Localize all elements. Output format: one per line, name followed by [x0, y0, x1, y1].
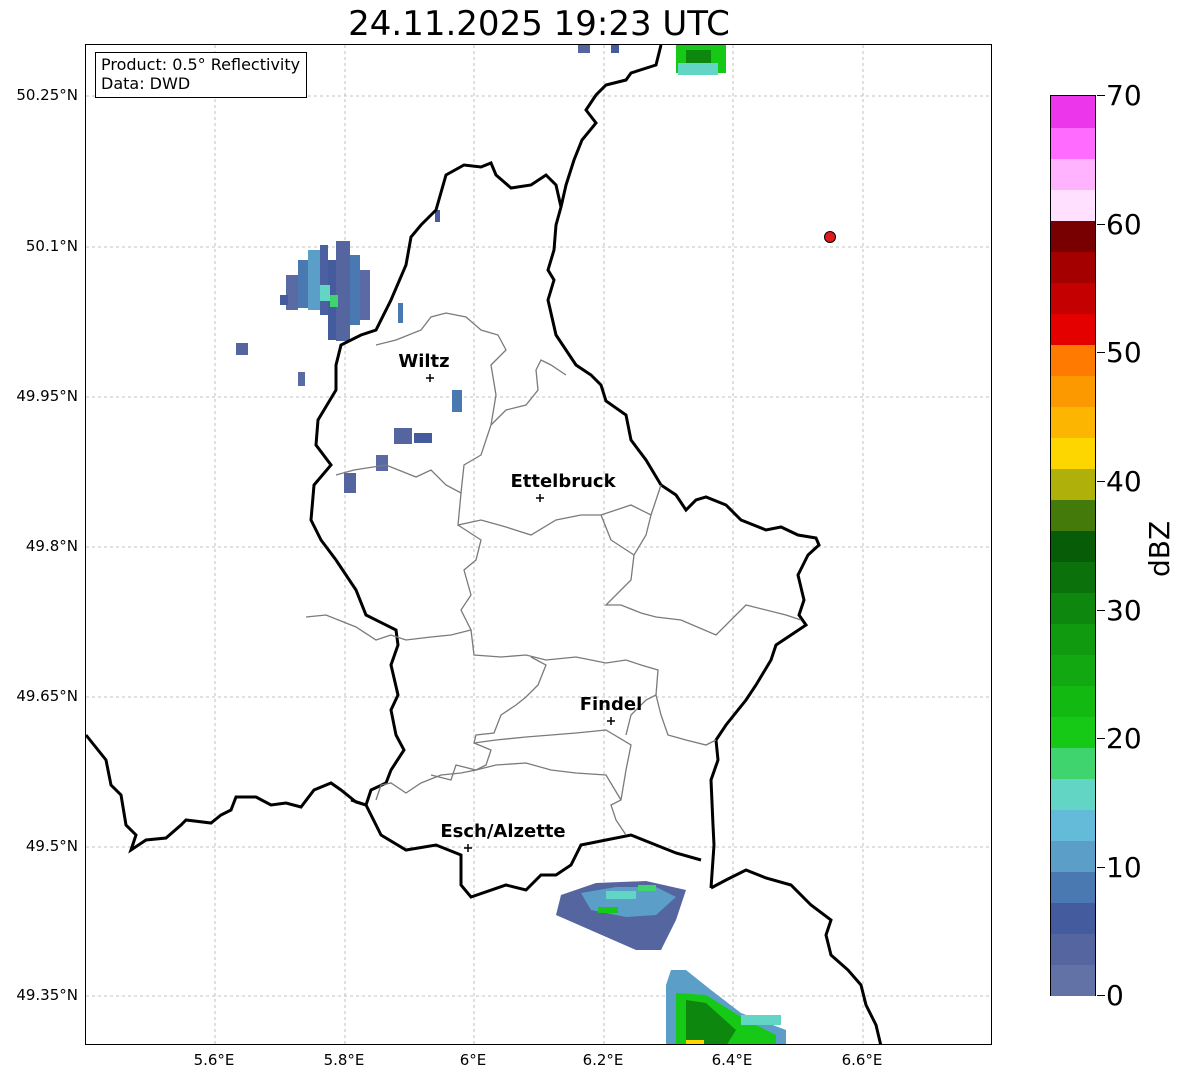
lat-tick-label: 49.95°N — [16, 387, 78, 405]
colorbar-tick-label: 50 — [1106, 336, 1142, 369]
colorbar-band — [1051, 96, 1095, 128]
colorbar-tick — [1097, 995, 1105, 996]
city-label-findel: Findel — [579, 694, 643, 715]
colorbar-tick-label: 40 — [1106, 465, 1142, 498]
colorbar-band — [1051, 437, 1095, 469]
colorbar-band — [1051, 530, 1095, 562]
colorbar-band — [1051, 623, 1095, 655]
colorbar-tick — [1097, 352, 1105, 353]
colorbar-tick-label: 30 — [1106, 594, 1142, 627]
lon-tick-label: 6.6°E — [841, 1051, 883, 1069]
colorbar-band — [1051, 282, 1095, 314]
colorbar-tick — [1097, 95, 1105, 96]
map-title: 24.11.2025 19:23 UTC — [348, 4, 730, 44]
colorbar-tick-label: 60 — [1106, 208, 1142, 241]
colorbar-tick — [1097, 610, 1105, 611]
colorbar — [1050, 95, 1096, 996]
canton-borders — [305, 312, 802, 836]
lat-tick-label: 49.5°N — [25, 837, 78, 855]
colorbar-band — [1051, 313, 1095, 345]
lat-tick-label: 50.25°N — [16, 86, 78, 104]
colorbar-band — [1051, 406, 1095, 438]
colorbar-band — [1051, 158, 1095, 190]
radar-echo-south — [556, 881, 786, 1044]
colorbar-tick-label: 20 — [1106, 722, 1142, 755]
colorbar-band — [1051, 592, 1095, 624]
radar-map[interactable] — [85, 44, 992, 1045]
city-label-ettelbruck: Ettelbruck — [510, 471, 616, 492]
north-border — [559, 45, 663, 208]
colorbar-band — [1051, 220, 1095, 252]
lat-tick-label: 49.35°N — [16, 986, 78, 1004]
colorbar-band — [1051, 902, 1095, 934]
lon-tick-label: 6°E — [459, 1051, 487, 1069]
radar-location-marker[interactable] — [824, 231, 836, 243]
colorbar-tick — [1097, 738, 1105, 739]
radar-echo-north — [578, 45, 726, 75]
colorbar-band — [1051, 840, 1095, 872]
colorbar-band — [1051, 964, 1095, 996]
city-label-esch-alzette: Esch/Alzette — [440, 821, 566, 842]
colorbar-band — [1051, 778, 1095, 810]
colorbar-band — [1051, 127, 1095, 159]
colorbar-band — [1051, 685, 1095, 717]
data-source-label: Data: DWD — [101, 74, 191, 93]
colorbar-band — [1051, 344, 1095, 376]
product-info-box: Product: 0.5° Reflectivity Data: DWD — [95, 52, 308, 98]
national-border — [86, 161, 821, 889]
colorbar-band — [1051, 871, 1095, 903]
city-label-wiltz: Wiltz — [398, 351, 450, 372]
colorbar-tick — [1097, 224, 1105, 225]
colorbar-unit-label: dBZ — [1143, 520, 1176, 577]
lon-tick-label: 5.8°E — [323, 1051, 365, 1069]
lat-tick-label: 49.8°N — [25, 537, 78, 555]
colorbar-band — [1051, 654, 1095, 686]
colorbar-tick-label: 10 — [1106, 851, 1142, 884]
map-canvas — [86, 45, 991, 1044]
colorbar-band — [1051, 809, 1095, 841]
colorbar-tick — [1097, 867, 1105, 868]
lat-tick-label: 49.65°N — [16, 687, 78, 705]
colorbar-tick — [1097, 481, 1105, 482]
colorbar-band — [1051, 933, 1095, 965]
colorbar-tick-label: 70 — [1106, 79, 1142, 112]
colorbar-tick-label: 0 — [1106, 979, 1124, 1012]
lon-tick-label: 6.4°E — [711, 1051, 753, 1069]
lon-tick-label: 5.6°E — [193, 1051, 235, 1069]
city-markers — [426, 374, 615, 852]
colorbar-band — [1051, 375, 1095, 407]
lon-tick-label: 6.2°E — [582, 1051, 624, 1069]
colorbar-band — [1051, 499, 1095, 531]
lat-tick-label: 50.1°N — [25, 237, 78, 255]
colorbar-band — [1051, 716, 1095, 748]
graticule — [86, 45, 991, 1044]
colorbar-band — [1051, 561, 1095, 593]
colorbar-band — [1051, 189, 1095, 221]
colorbar-band — [1051, 251, 1095, 283]
colorbar-band — [1051, 747, 1095, 779]
product-label: Product: 0.5° Reflectivity — [101, 55, 301, 74]
colorbar-band — [1051, 468, 1095, 500]
